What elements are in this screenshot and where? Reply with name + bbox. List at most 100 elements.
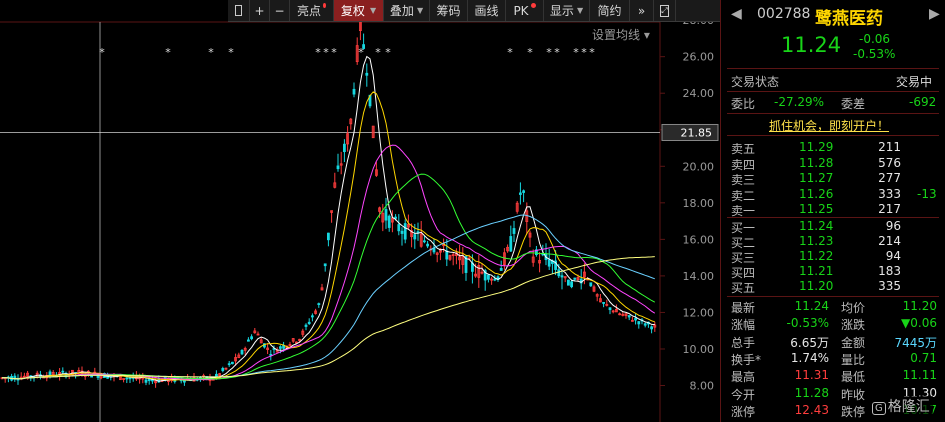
toolbar-label: 显示 bbox=[549, 4, 574, 18]
order-volume: 277 bbox=[878, 171, 901, 185]
stat-label: 金额 bbox=[841, 335, 866, 350]
toolbar-button-6[interactable]: 筹码 bbox=[430, 0, 468, 21]
open-account-link[interactable]: 抓住机会，即刻开户！ bbox=[769, 117, 889, 134]
event-marker-icon: * bbox=[527, 46, 533, 59]
stat-row: 总手 6.65万 金额 7445万 bbox=[721, 334, 944, 350]
toolbar-label: PK bbox=[513, 3, 529, 18]
event-marker-icon: * bbox=[228, 46, 234, 59]
divider bbox=[727, 296, 939, 297]
order-price: 11.23 bbox=[799, 234, 834, 248]
toolbar-button-11[interactable]: » bbox=[630, 0, 654, 21]
stat-label: 今开 bbox=[731, 387, 756, 402]
order-volume: 335 bbox=[878, 279, 901, 293]
stat-row: 最高 11.31 最低 11.11 bbox=[721, 368, 944, 384]
y-tick-label: 20.00 bbox=[683, 160, 715, 173]
candle-body bbox=[214, 373, 218, 377]
expand-icon: ⤢ bbox=[660, 4, 669, 17]
stat-value: 11.28 bbox=[794, 385, 829, 400]
stat-label: 跌停 bbox=[841, 404, 866, 419]
buy-order-row[interactable]: 买一 11.24 96 bbox=[721, 219, 944, 235]
order-price: 11.27 bbox=[799, 171, 834, 185]
buy-order-row[interactable]: 买三 11.22 94 bbox=[721, 249, 944, 265]
stock-header: ◀ 002788 鹭燕医药 ▶ bbox=[721, 6, 944, 29]
chart-toolbar: + − 亮点 复权 ▼ 叠加 ▼ 筹码 画线 PK 显示 ▼ 简约» ⤢ bbox=[228, 0, 720, 22]
prev-stock-icon[interactable]: ◀ bbox=[731, 6, 742, 22]
divider bbox=[727, 113, 939, 114]
stat-label: 最低 bbox=[841, 370, 866, 385]
trade-status-value: 交易中 bbox=[896, 75, 933, 89]
candle-body bbox=[90, 375, 93, 378]
stat-label: 涨幅 bbox=[731, 318, 756, 333]
sell-order-row[interactable]: 卖二 11.26 333 -13 bbox=[721, 187, 944, 203]
order-price: 11.21 bbox=[799, 264, 834, 278]
stat-value: 11.20 bbox=[902, 299, 937, 313]
ma-settings-button[interactable]: 设置均线 ▾ bbox=[592, 26, 650, 43]
candle-body bbox=[509, 236, 513, 252]
candle-body bbox=[560, 275, 564, 278]
order-volume: 576 bbox=[878, 155, 901, 170]
stat-label: 量比 bbox=[841, 352, 866, 367]
toolbar-button-4[interactable]: 复权 ▼ bbox=[334, 0, 384, 21]
order-label: 卖三 bbox=[731, 173, 756, 187]
weicha-value: -692 bbox=[909, 95, 937, 109]
weibi-row: 委比 -27.29% 委差 -692 bbox=[721, 95, 944, 111]
event-marker-icon: * bbox=[573, 46, 579, 59]
window-button[interactable] bbox=[228, 0, 250, 21]
stat-label: 最高 bbox=[731, 370, 756, 385]
toolbar-button-7[interactable]: 画线 bbox=[468, 0, 506, 21]
expand-button[interactable]: ⤢ bbox=[654, 0, 676, 21]
toolbar-label: 亮点 bbox=[297, 4, 322, 18]
candle-body bbox=[310, 315, 314, 318]
toolbar-button-10[interactable]: 简约 bbox=[590, 0, 630, 21]
trade-status-label: 交易状态 bbox=[731, 75, 780, 89]
candle-body bbox=[150, 379, 154, 382]
event-marker-icon: * bbox=[385, 46, 391, 59]
event-marker-icon: * bbox=[99, 46, 105, 59]
event-marker-icon: * bbox=[546, 46, 552, 59]
trade-status-row: 交易状态 交易中 bbox=[721, 73, 944, 89]
kline-svg[interactable]: 28.0026.0024.0022.0020.0018.0016.0014.00… bbox=[0, 0, 720, 422]
toolbar-button-3[interactable]: 亮点 bbox=[290, 0, 334, 21]
next-stock-icon[interactable]: ▶ bbox=[929, 6, 940, 22]
y-tick-label: 16.00 bbox=[683, 233, 715, 246]
candle-body bbox=[637, 321, 641, 325]
sell-order-row[interactable]: 卖三 11.27 277 bbox=[721, 171, 944, 187]
stat-row: 涨幅 -0.53% 涨跌 ▼0.06 bbox=[721, 316, 944, 332]
buy-order-row[interactable]: 买四 11.21 183 bbox=[721, 264, 944, 280]
promo-row[interactable]: 抓住机会，即刻开户！ bbox=[721, 117, 944, 133]
candle-body bbox=[336, 165, 340, 170]
sell-order-row[interactable]: 卖五 11.29 211 bbox=[721, 140, 944, 156]
candle-body bbox=[250, 336, 254, 340]
stat-value: 1.74% bbox=[790, 350, 829, 365]
buy-order-row[interactable]: 买二 11.23 214 bbox=[721, 234, 944, 250]
y-tick-label: 10.00 bbox=[683, 343, 715, 356]
toolbar-button-2[interactable]: − bbox=[270, 0, 290, 21]
notify-dot-icon bbox=[530, 3, 536, 8]
divider bbox=[727, 135, 939, 136]
sell-order-row[interactable]: 卖一 11.25 217 bbox=[721, 202, 944, 218]
toolbar-button-9[interactable]: 显示 ▼ bbox=[544, 0, 590, 21]
buy-order-row[interactable]: 买五 11.20 335 bbox=[721, 279, 944, 295]
kline-chart[interactable]: 28.0026.0024.0022.0020.0018.0016.0014.00… bbox=[0, 0, 720, 422]
candle-body bbox=[499, 267, 503, 271]
weibi-label: 委比 bbox=[731, 97, 756, 111]
toolbar-button-1[interactable]: + bbox=[250, 0, 270, 21]
event-marker-icon: * bbox=[554, 46, 560, 59]
quote-panel: ◀ 002788 鹭燕医药 ▶ 11.24 -0.06 -0.53% 交易状态 … bbox=[720, 0, 945, 422]
toolbar-button-8[interactable]: PK bbox=[506, 0, 544, 21]
candle-body bbox=[445, 250, 449, 260]
order-label: 卖二 bbox=[731, 188, 756, 203]
order-label: 买五 bbox=[731, 281, 756, 295]
stat-value: ▼0.06 bbox=[901, 316, 937, 331]
candle-body bbox=[230, 361, 234, 365]
event-marker-icon: * bbox=[589, 46, 595, 59]
candle-body bbox=[147, 378, 151, 382]
order-price: 11.28 bbox=[799, 155, 834, 170]
toolbar-button-5[interactable]: 叠加 ▼ bbox=[384, 0, 430, 21]
price-change-pct: -0.53% bbox=[853, 47, 896, 61]
y-tick-label: 26.00 bbox=[683, 51, 715, 64]
sell-order-row[interactable]: 卖四 11.28 576 bbox=[721, 156, 944, 172]
candle-body bbox=[221, 368, 225, 372]
candle-body bbox=[240, 349, 244, 355]
event-marker-icon: * bbox=[323, 46, 329, 59]
